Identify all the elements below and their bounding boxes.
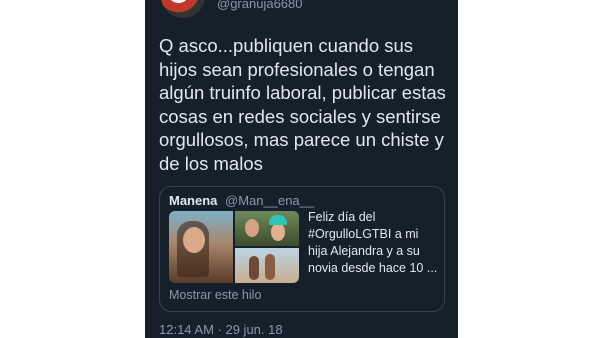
quoted-media-thumbnail[interactable] bbox=[169, 211, 299, 283]
tweet-detail-panel: @granuja6680 Q asco...publiquen cuando s… bbox=[145, 0, 458, 338]
avatar[interactable] bbox=[161, 0, 205, 18]
quoted-photo-1 bbox=[169, 211, 233, 283]
tweet-text: Q asco...publiquen cuando sus hijos sean… bbox=[159, 35, 446, 174]
quoted-author-handle: @Man__ena__ bbox=[225, 193, 315, 208]
quoted-photo-2 bbox=[235, 211, 299, 246]
show-thread-link[interactable]: Mostrar este hilo bbox=[169, 288, 261, 302]
quoted-author: Manena @Man__ena__ bbox=[169, 193, 314, 208]
author-handle[interactable]: @granuja6680 bbox=[217, 0, 302, 11]
quoted-tweet-text: Feliz día del #OrgulloLGTBI a mi hija Al… bbox=[308, 210, 438, 275]
quoted-photo-3 bbox=[235, 248, 299, 283]
quoted-tweet-card[interactable]: Manena @Man__ena__ Feliz día del #Orgull… bbox=[159, 186, 445, 312]
tweet-timestamp[interactable]: 12:14 AM · 29 jun. 18 bbox=[159, 322, 283, 337]
quoted-author-name: Manena bbox=[169, 193, 218, 208]
